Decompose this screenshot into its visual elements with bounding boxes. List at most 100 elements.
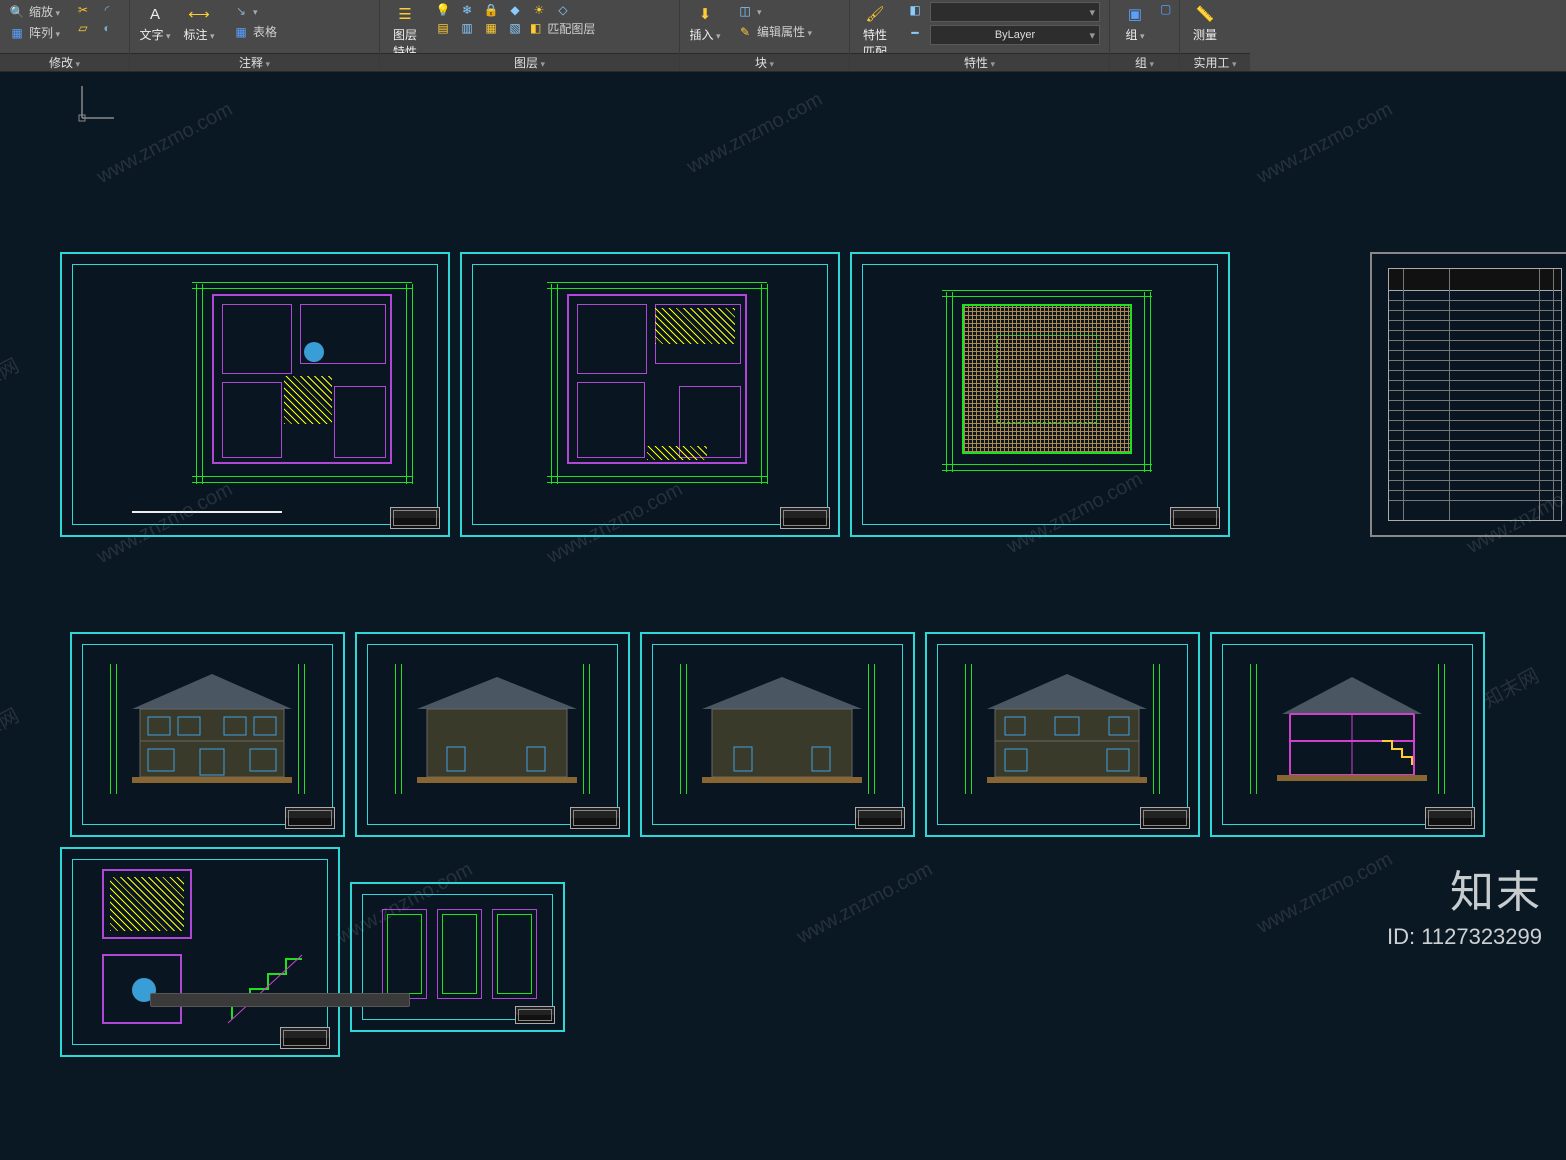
layer-freeze-icon[interactable]: ❄ <box>458 2 476 18</box>
watermark-cn: 知末网 <box>0 350 23 404</box>
edit-attr-icon: ✎ <box>737 24 753 40</box>
text-button[interactable]: A 文字 <box>136 2 174 45</box>
title-block <box>285 807 335 829</box>
panel-modify: 🔍 缩放 ▦ 阵列 ✂ ◜ ▱ ◐ 修改 <box>0 0 130 71</box>
sheet-plan-2f[interactable] <box>460 252 840 537</box>
linetype-icon[interactable]: ━ <box>906 25 924 41</box>
title-block <box>515 1006 555 1024</box>
layer-un-icon[interactable]: ◇ <box>554 2 572 18</box>
array-button[interactable]: ▦ 阵列 <box>6 23 64 42</box>
title-block <box>570 807 620 829</box>
sheet-schedule[interactable] <box>1370 252 1566 537</box>
match-props-icon: 🖌 <box>861 4 889 24</box>
layer-icon-c[interactable]: ▦ <box>482 20 500 36</box>
brand-logo: 知末 <box>1387 856 1542 920</box>
create-block-button[interactable]: ◫ <box>734 2 815 20</box>
layer-icon-a[interactable]: ▤ <box>434 20 452 36</box>
horizontal-scrollbar[interactable] <box>150 993 410 1007</box>
array-icon: ▦ <box>9 25 25 41</box>
dimension-button[interactable]: ⟷ 标注 <box>180 2 218 45</box>
insert-button[interactable]: ⬇ 插入 <box>686 2 724 45</box>
watermark: www.znzmo.com <box>683 88 826 179</box>
watermark-cn: 知末网 <box>1477 660 1544 714</box>
mirror-icon[interactable]: ◐ <box>98 20 116 36</box>
panel-label-modify[interactable]: 修改 <box>0 53 129 71</box>
linetype-dropdown[interactable]: ByLayer <box>930 25 1100 45</box>
title-block <box>280 1027 330 1049</box>
sheet-detail-2[interactable] <box>350 882 565 1032</box>
dimension-icon: ⟷ <box>185 4 213 24</box>
edit-attr-button[interactable]: ✎ 编辑属性 <box>734 22 815 41</box>
layer-off-icon[interactable]: 💡 <box>434 2 452 18</box>
linetype-value: ByLayer <box>995 29 1035 41</box>
sheet-roof-plan[interactable] <box>850 252 1230 537</box>
group-icon: ▣ <box>1121 4 1149 24</box>
layers-icon: ☰ <box>391 4 419 24</box>
sheet-elev-front[interactable] <box>70 632 345 837</box>
title-block <box>855 807 905 829</box>
sheet-section[interactable] <box>1210 632 1485 837</box>
ungroup-icon[interactable]: ▢ <box>1160 2 1171 16</box>
watermark: www.znzmo.com <box>793 858 936 949</box>
group-button[interactable]: ▣ 组 <box>1116 2 1154 45</box>
measure-icon: 📏 <box>1191 4 1219 24</box>
layer-thaw-icon[interactable]: ☀ <box>530 2 548 18</box>
match-layer-label: 匹配图层 <box>547 20 595 37</box>
sheet-detail-1[interactable] <box>60 847 340 1057</box>
zoom-icon: 🔍 <box>9 4 25 20</box>
panel-annotation: A 文字 ⟷ 标注 ↘ ▦ 表格 注释 <box>130 0 380 71</box>
drawing-canvas[interactable]: www.znzmo.com www.znzmo.com www.znzmo.co… <box>0 72 1566 1160</box>
watermark: www.znzmo.com <box>1253 98 1396 189</box>
title-block <box>1140 807 1190 829</box>
panel-label-layers[interactable]: 图层 <box>380 53 679 71</box>
table-icon: ▦ <box>233 24 249 40</box>
brand-id: ID: 1127323299 <box>1387 924 1542 950</box>
color-picker-icon[interactable]: ◧ <box>906 2 924 18</box>
panel-properties: 🖌 特性 匹配 ◧ ━ ByLayer 特性 <box>850 0 1110 71</box>
insert-icon: ⬇ <box>691 4 719 24</box>
plan-1f <box>212 294 392 464</box>
panel-block: ⬇ 插入 ◫ ✎ 编辑属性 块 <box>680 0 850 71</box>
title-block <box>390 507 440 529</box>
text-icon: A <box>141 4 169 24</box>
panel-label-util[interactable]: 实用工 <box>1180 53 1250 71</box>
table-button[interactable]: ▦ 表格 <box>230 22 288 41</box>
elev-front <box>122 669 302 789</box>
sheet-elev-rear[interactable] <box>925 632 1200 837</box>
sheet-plan-1f[interactable] <box>60 252 450 537</box>
sheet-elev-side1[interactable] <box>355 632 630 837</box>
title-block <box>780 507 830 529</box>
section <box>1262 669 1442 789</box>
zoom-button[interactable]: 🔍 缩放 <box>6 2 64 21</box>
layer-icon-d[interactable]: ▧ <box>506 20 524 36</box>
title-block <box>1170 507 1220 529</box>
panel-label-group[interactable]: 组 <box>1110 53 1179 71</box>
panel-group: ▣ 组 ▢ 组 <box>1110 0 1180 71</box>
layer-lock-icon[interactable]: 🔒 <box>482 2 500 18</box>
watermark-cn: 知末网 <box>0 700 23 754</box>
ribbon-toolbar: 🔍 缩放 ▦ 阵列 ✂ ◜ ▱ ◐ 修改 <box>0 0 1566 72</box>
leader-button[interactable]: ↘ <box>230 2 288 20</box>
match-layer-button[interactable]: ◧ <box>530 20 541 36</box>
layer-icon-b[interactable]: ▥ <box>458 20 476 36</box>
panel-label-props[interactable]: 特性 <box>850 53 1109 71</box>
plan-2f <box>567 294 747 464</box>
brand-overlay: 知末 ID: 1127323299 <box>1387 856 1542 950</box>
watermark: www.znzmo.com <box>1253 848 1396 939</box>
trim-icon[interactable]: ✂ <box>74 2 92 18</box>
panel-util: 📏 测量 实用工 <box>1180 0 1250 71</box>
leader-icon: ↘ <box>233 3 249 19</box>
layer-iso-icon[interactable]: ◆ <box>506 2 524 18</box>
panel-label-block[interactable]: 块 <box>680 53 849 71</box>
title-block <box>1425 807 1475 829</box>
panel-label-annotation[interactable]: 注释 <box>130 53 379 71</box>
color-dropdown[interactable] <box>930 2 1100 22</box>
sheet-elev-side2[interactable] <box>640 632 915 837</box>
roof-plan <box>962 304 1132 454</box>
ucs-icon <box>70 82 118 130</box>
create-block-icon: ◫ <box>737 3 753 19</box>
schedule-table <box>1388 268 1562 521</box>
measure-button[interactable]: 📏 测量 <box>1186 2 1224 45</box>
fillet-icon[interactable]: ◜ <box>98 2 116 18</box>
offset-icon[interactable]: ▱ <box>74 20 92 36</box>
